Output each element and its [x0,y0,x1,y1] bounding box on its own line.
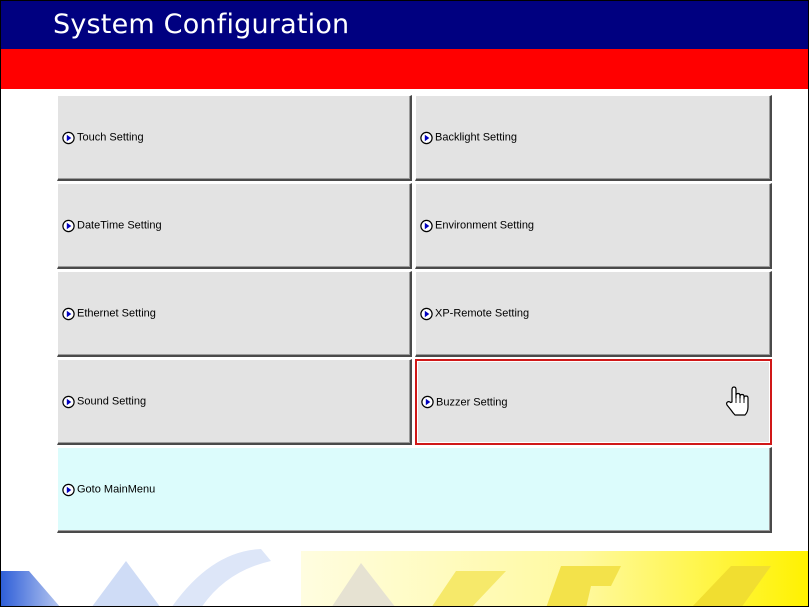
backlight-setting-button[interactable]: Backlight Setting [415,95,772,181]
sound-setting-button[interactable]: Sound Setting [57,359,412,445]
right-arrow-circle-icon [421,395,434,409]
sound-setting-label: Sound Setting [77,395,147,408]
background-watermark [1,549,808,606]
ethernet-setting-button[interactable]: Ethernet Setting [57,271,412,357]
ethernet-setting-label: Ethernet Setting [77,307,156,320]
screen: System Configuration Touch Setting Backl… [0,0,809,607]
touch-setting-label: Touch Setting [77,131,144,144]
right-arrow-circle-icon [62,307,75,320]
right-arrow-circle-icon [420,307,433,320]
right-arrow-circle-icon [420,219,433,232]
goto-mainmenu-button[interactable]: Goto MainMenu [57,447,772,533]
environment-setting-button[interactable]: Environment Setting [415,183,772,269]
accent-band [1,49,808,89]
goto-mainmenu-label: Goto MainMenu [77,483,156,496]
buzzer-setting-label: Buzzer Setting [436,396,508,408]
right-arrow-circle-icon [420,131,433,144]
right-arrow-circle-icon [62,219,75,232]
page-title: System Configuration [53,9,350,40]
right-arrow-circle-icon [62,131,75,144]
environment-setting-label: Environment Setting [435,219,535,232]
datetime-setting-button[interactable]: DateTime Setting [57,183,412,269]
right-arrow-circle-icon [62,483,75,496]
right-arrow-circle-icon [62,395,75,408]
buzzer-setting-button[interactable]: Buzzer Setting [415,359,772,445]
touch-setting-button[interactable]: Touch Setting [57,95,412,181]
xp-remote-setting-button[interactable]: XP-Remote Setting [415,271,772,357]
backlight-setting-label: Backlight Setting [435,131,517,144]
xp-remote-setting-label: XP-Remote Setting [435,307,530,320]
hand-pointer-icon [726,386,749,416]
datetime-setting-label: DateTime Setting [77,219,162,232]
title-bar: System Configuration [1,1,808,49]
